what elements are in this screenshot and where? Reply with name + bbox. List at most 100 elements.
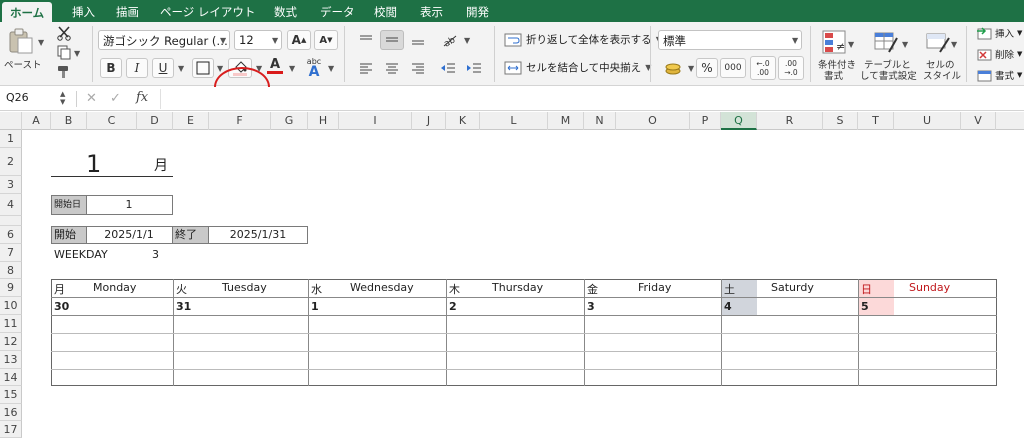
weekday-value[interactable]: 3 [152, 248, 159, 261]
align-right-button[interactable] [406, 58, 430, 78]
column-header-p[interactable]: P [690, 112, 721, 130]
column-header-c[interactable]: C [87, 112, 137, 130]
borders-button[interactable] [192, 58, 214, 78]
start-day-label[interactable]: 開始日 [51, 195, 87, 215]
currency-button[interactable] [660, 58, 686, 78]
cancel-icon[interactable]: ✕ [86, 91, 97, 106]
align-left-button[interactable] [354, 58, 378, 78]
end-date-label[interactable]: 終了 [173, 226, 209, 244]
calendar-day-fri[interactable]: 3 [587, 300, 595, 313]
number-format-dropdown[interactable]: 標準 [658, 30, 802, 50]
tab-draw[interactable]: 描画 [116, 4, 139, 20]
weekday-label[interactable]: WEEKDAY [54, 248, 108, 261]
format-painter-icon[interactable] [56, 64, 72, 80]
calendar-day-wed[interactable]: 1 [311, 300, 319, 313]
paste-dropdown-caret[interactable]: ▼ [38, 38, 44, 47]
calendar-header-thu-jp[interactable]: 木 [449, 281, 460, 297]
wrap-text-button[interactable]: 折り返して全体を表示する ▼ [504, 32, 662, 47]
column-header-f[interactable]: F [209, 112, 271, 130]
currency-dropdown-caret[interactable]: ▼ [688, 64, 694, 73]
column-header-j[interactable]: J [412, 112, 446, 130]
row-header-13[interactable]: 13 [0, 351, 22, 369]
tab-view[interactable]: 表示 [420, 4, 443, 20]
phonetic-dropdown-caret[interactable]: ▼ [328, 64, 334, 73]
select-all-corner[interactable] [0, 112, 22, 130]
calendar-header-wed-jp[interactable]: 水 [311, 281, 322, 297]
orientation-dropdown-caret[interactable]: ▼ [464, 36, 470, 45]
row-header-11[interactable]: 11 [0, 315, 22, 333]
tab-page-layout[interactable]: ページ レイアウト [160, 4, 255, 20]
column-header-a[interactable]: A [22, 112, 51, 130]
calendar-header-sat-jp[interactable]: 土 [724, 281, 735, 297]
month-number[interactable]: 1 [86, 150, 101, 178]
row-header-17[interactable]: 17 [0, 421, 22, 438]
enter-icon[interactable]: ✓ [110, 91, 121, 106]
calendar-header-fri-en[interactable]: Friday [638, 281, 671, 294]
calendar-header-mon-en[interactable]: Monday [93, 281, 136, 294]
column-header-q[interactable]: Q [721, 112, 757, 130]
calendar-header-mon-jp[interactable]: 月 [54, 281, 65, 297]
row-header-1[interactable]: 1 [0, 130, 22, 148]
grow-font-button[interactable]: A ▲ [287, 30, 311, 50]
orientation-button[interactable]: ab [438, 30, 462, 50]
calendar-header-sun-jp[interactable]: 日 [861, 281, 872, 297]
phonetic-guide-button[interactable]: abc A [302, 54, 326, 80]
column-header-u[interactable]: U [894, 112, 961, 130]
calendar-header-tue-en[interactable]: Tuesday [222, 281, 267, 294]
shrink-font-button[interactable]: A ▼ [314, 30, 338, 50]
start-date-label[interactable]: 開始 [51, 226, 87, 244]
end-date-value[interactable]: 2025/1/31 [209, 226, 308, 244]
calendar-day-sat[interactable]: 4 [724, 300, 732, 313]
calendar-day-sun[interactable]: 5 [861, 300, 869, 313]
format-cells-button[interactable]: 書式 ▼ [976, 68, 1022, 82]
align-middle-button[interactable] [380, 30, 404, 50]
align-center-button[interactable] [380, 58, 404, 78]
align-bottom-button[interactable] [406, 30, 430, 50]
underline-dropdown-caret[interactable]: ▼ [178, 64, 184, 73]
start-day-value[interactable]: 1 [86, 195, 173, 215]
format-as-table-button[interactable]: ▼ テーブルと して書式設定 [860, 28, 917, 84]
month-unit[interactable]: 月 [154, 155, 168, 175]
column-header-o[interactable]: O [616, 112, 690, 130]
copy-dropdown-caret[interactable]: ▼ [74, 49, 80, 58]
align-top-button[interactable] [354, 30, 378, 50]
conditional-formatting-button[interactable]: ≠ ▼ 条件付き 書式 [818, 28, 856, 84]
tab-review[interactable]: 校閲 [374, 4, 397, 20]
font-color-button[interactable]: A [264, 56, 286, 76]
start-date-value[interactable]: 2025/1/1 [86, 226, 173, 244]
increase-decimal-button[interactable]: ←.0.00 [750, 56, 776, 80]
calendar-header-tue-jp[interactable]: 火 [176, 281, 187, 297]
tab-developer[interactable]: 開発 [466, 4, 489, 20]
paste-button[interactable] [6, 28, 34, 54]
row-header-6[interactable]: 6 [0, 226, 22, 244]
percent-button[interactable]: % [696, 58, 718, 78]
row-header-7[interactable]: 7 [0, 244, 22, 262]
calendar-day-mon[interactable]: 30 [54, 300, 69, 313]
row-header-15[interactable]: 15 [0, 386, 22, 404]
insert-cells-button[interactable]: 挿入 ▼ [976, 26, 1022, 40]
column-header-v[interactable]: V [961, 112, 996, 130]
bold-button[interactable]: B [100, 58, 122, 78]
column-header-s[interactable]: S [823, 112, 858, 130]
delete-cells-button[interactable]: 削除 ▼ [976, 47, 1022, 61]
decrease-indent-button[interactable] [436, 58, 460, 78]
row-header-8[interactable]: 8 [0, 262, 22, 279]
column-header-g[interactable]: G [271, 112, 308, 130]
column-header-r[interactable]: R [757, 112, 823, 130]
tab-home[interactable]: ホーム [2, 2, 53, 22]
column-header-t[interactable]: T [858, 112, 894, 130]
copy-icon[interactable] [56, 44, 72, 60]
row-header-16[interactable]: 16 [0, 404, 22, 421]
column-header-e[interactable]: E [173, 112, 209, 130]
row-header-10[interactable]: 10 [0, 297, 22, 315]
decrease-decimal-button[interactable]: .00 →.0 [778, 56, 804, 80]
calendar-day-tue[interactable]: 31 [176, 300, 191, 313]
row-header-14[interactable]: 14 [0, 369, 22, 386]
column-header-n[interactable]: N [584, 112, 616, 130]
column-header-l[interactable]: L [480, 112, 548, 130]
formula-input[interactable] [160, 89, 1020, 109]
calendar-header-sun-en[interactable]: Sunday [909, 281, 950, 294]
insert-function-icon[interactable]: fx [136, 90, 148, 105]
tab-data[interactable]: データ [320, 4, 355, 20]
row-header-12[interactable]: 12 [0, 333, 22, 351]
